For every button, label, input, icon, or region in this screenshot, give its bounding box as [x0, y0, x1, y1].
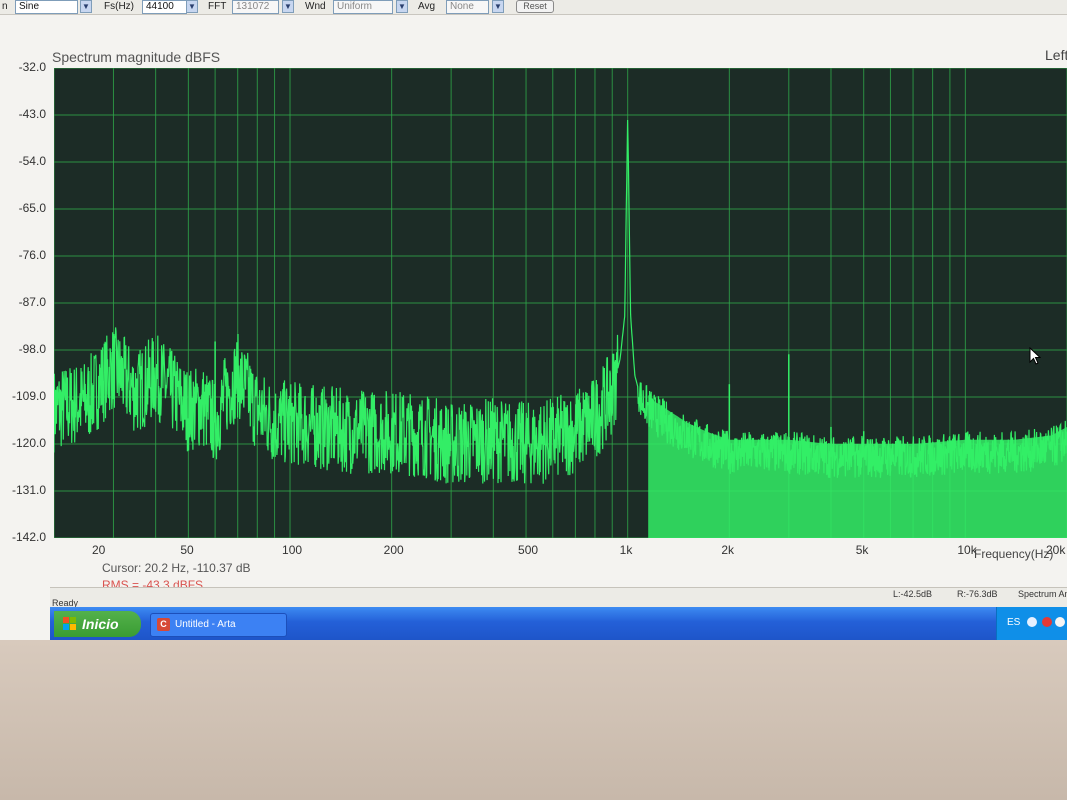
- window-dropdown-icon[interactable]: ▼: [396, 0, 408, 13]
- channel-label[interactable]: Left: [1045, 47, 1067, 63]
- reset-button[interactable]: Reset: [516, 0, 554, 13]
- y-tick-label: -131.0: [11, 483, 46, 497]
- status-right-level: R:-76.3dB: [957, 589, 998, 599]
- x-tick-label: 50: [180, 543, 194, 557]
- generator-dropdown-icon[interactable]: ▼: [80, 0, 92, 13]
- fft-label: FFT: [208, 1, 227, 12]
- x-tick-label: 500: [518, 543, 539, 557]
- wnd-label: Wnd: [305, 1, 326, 12]
- spectrum-plot[interactable]: [53, 67, 1067, 539]
- y-tick-label: -98.0: [18, 342, 46, 356]
- x-tick-label: 100: [282, 543, 303, 557]
- avg-dropdown-icon[interactable]: ▼: [492, 0, 504, 13]
- taskbar-item-arta[interactable]: C Untitled - Arta: [150, 613, 287, 637]
- x-tick-label: 5k: [855, 543, 869, 557]
- y-tick-label: -54.0: [18, 154, 46, 168]
- taskbar-item-label: Untitled - Arta: [175, 619, 236, 630]
- y-tick-label: -76.0: [18, 248, 46, 262]
- system-tray: ES: [996, 607, 1067, 640]
- status-bar: Ready L:-42.5dB R:-76.3dB Spectrum An: [50, 587, 1067, 608]
- arta-app-icon: C: [157, 618, 170, 631]
- start-button[interactable]: Inicio: [54, 611, 141, 637]
- x-tick-label: 20: [92, 543, 106, 557]
- volume-icon[interactable]: [1055, 617, 1065, 627]
- toolbar-cut-label: n: [2, 1, 8, 12]
- y-tick-label: -32.0: [18, 60, 46, 74]
- language-indicator[interactable]: ES: [1007, 617, 1020, 628]
- spectrum-trace: [53, 119, 1067, 484]
- y-tick-label: -43.0: [18, 107, 46, 121]
- screen: n Sine ▼ Fs(Hz) 44100 ▼ FFT 131072 ▼ Wnd…: [0, 0, 1067, 640]
- window-select[interactable]: Uniform: [333, 0, 393, 14]
- start-label: Inicio: [82, 616, 119, 632]
- avg-select[interactable]: None: [446, 0, 489, 14]
- fft-dropdown-icon[interactable]: ▼: [282, 0, 294, 13]
- fs-dropdown-icon[interactable]: ▼: [186, 0, 198, 13]
- y-tick-label: -120.0: [11, 436, 46, 450]
- x-tick-label: 2k: [721, 543, 735, 557]
- y-tick-label: -87.0: [18, 295, 46, 309]
- spectrum-chart[interactable]: [53, 67, 1067, 539]
- generator-select[interactable]: Sine: [15, 0, 78, 14]
- y-tick-label: -65.0: [18, 201, 46, 215]
- plot-title: Spectrum magnitude dBFS: [52, 49, 221, 65]
- fft-select[interactable]: 131072: [232, 0, 279, 14]
- fs-label: Fs(Hz): [104, 1, 134, 12]
- network-icon[interactable]: [1027, 617, 1037, 627]
- y-tick-label: -109.0: [11, 389, 46, 403]
- fs-select[interactable]: 44100: [142, 0, 187, 14]
- x-tick-label: 200: [383, 543, 404, 557]
- monitor-bezel: [0, 640, 1067, 800]
- taskbar: Inicio C Untitled - Arta ES: [50, 607, 1067, 640]
- toolbar: n Sine ▼ Fs(Hz) 44100 ▼ FFT 131072 ▼ Wnd…: [0, 0, 1067, 15]
- cursor-readout: Cursor: 20.2 Hz, -110.37 dB: [102, 561, 251, 575]
- windows-logo-icon: [63, 617, 76, 630]
- mouse-pointer-icon: [1029, 347, 1041, 365]
- avg-label: Avg: [418, 1, 436, 12]
- status-mode: Spectrum An: [1018, 589, 1067, 599]
- spectrum-fill: [648, 395, 1067, 538]
- y-tick-label: -142.0: [11, 530, 46, 544]
- x-axis-title: Frequency(Hz): [974, 547, 1054, 561]
- apple-logo-icon: [565, 705, 645, 795]
- status-left-level: L:-42.5dB: [893, 589, 933, 599]
- security-icon[interactable]: [1042, 617, 1052, 627]
- x-tick-label: 1k: [619, 543, 633, 557]
